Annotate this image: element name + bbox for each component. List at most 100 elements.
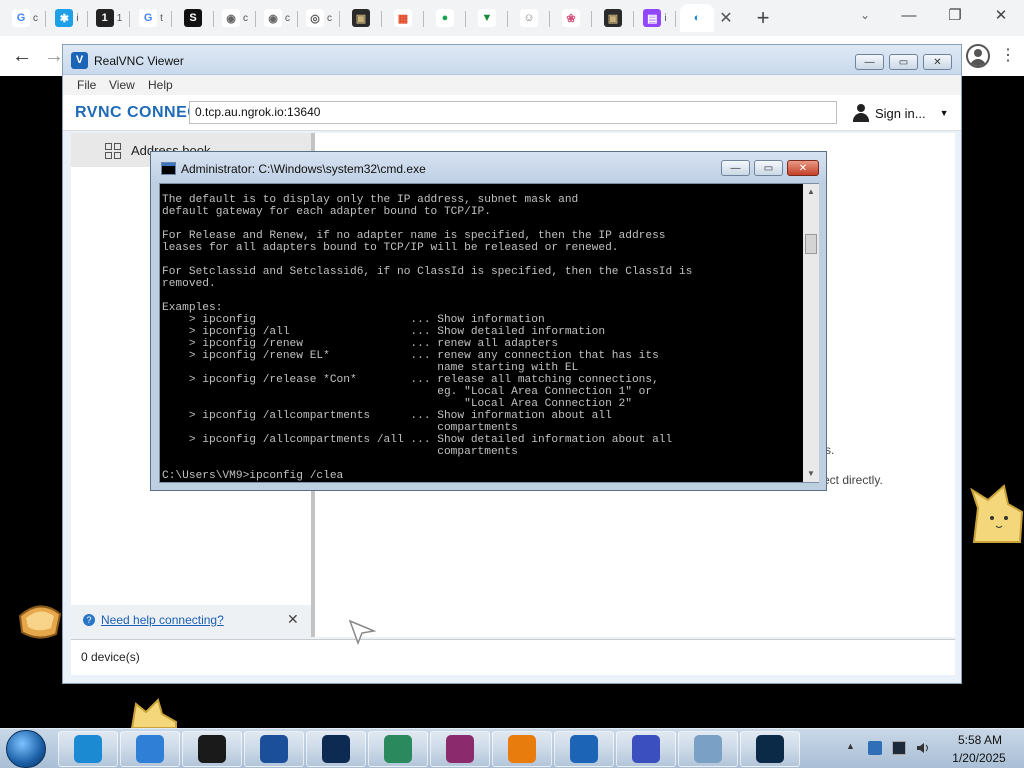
image-thumb-icon: ▣ xyxy=(604,9,622,27)
browser-tab[interactable]: ● xyxy=(428,4,466,32)
browser-tab[interactable]: ◐ xyxy=(680,4,714,32)
scroll-thumb[interactable] xyxy=(805,234,817,254)
browser-tab[interactable]: ▦ xyxy=(386,4,424,32)
taskbar-app-internet-explorer[interactable] xyxy=(120,731,180,767)
tab-title-fragment: c xyxy=(33,12,38,24)
browser-tab[interactable]: ▣ xyxy=(344,4,382,32)
browser-tab[interactable]: Gt xyxy=(134,4,172,32)
edge-icon: ◐ xyxy=(688,9,706,27)
vnc-address-bar: RVNC CONNECT 0.tcp.au.ngrok.io:13640 Sig… xyxy=(63,95,961,131)
help-icon: ? xyxy=(83,614,95,626)
menu-file[interactable]: File xyxy=(77,78,96,92)
vnc-close-button[interactable]: ✕ xyxy=(923,54,952,70)
taskbar-app-recycle[interactable] xyxy=(678,731,738,767)
scroll-down-icon[interactable]: ▼ xyxy=(803,466,819,482)
tab-title-fragment: c xyxy=(285,12,290,24)
green-head-icon: ▼ xyxy=(478,9,496,27)
cmd-maximize-button[interactable]: ▭ xyxy=(754,160,783,176)
cmd-output-line: For Setclassid and Setclassid6, if no Cl… xyxy=(162,266,693,278)
help-bar: ? Need help connecting? ✕ xyxy=(71,605,311,637)
browser-tab[interactable]: ◉ c xyxy=(218,4,256,32)
cmd-output-line: default gateway for each adapter bound t… xyxy=(162,206,491,218)
browser-tab[interactable]: ▤ i xyxy=(638,4,676,32)
cmd-output-line: removed. xyxy=(162,278,216,290)
sign-in-button[interactable]: Sign in... ▼ xyxy=(853,104,949,122)
menu-view[interactable]: View xyxy=(109,78,135,92)
cmd-output-line: > ipconfig /renew EL* ... renew any conn… xyxy=(162,350,659,362)
cmd-output-line: > ipconfig ... Show information xyxy=(162,314,545,326)
tab-search-button[interactable]: ⌄ xyxy=(850,3,880,27)
browser-tab[interactable]: ❀ xyxy=(554,4,592,32)
sign-in-label: Sign in... xyxy=(875,105,926,121)
cmd-output-line: > ipconfig /allcompartments /all ... Sho… xyxy=(162,434,673,446)
need-help-link[interactable]: Need help connecting? xyxy=(101,613,224,627)
cmd-output-line: For Release and Renew, if no adapter nam… xyxy=(162,230,666,242)
browser-tab[interactable]: ▣ xyxy=(596,4,634,32)
face-icon: ☺ xyxy=(520,9,538,27)
clock-time[interactable]: 5:58 AM xyxy=(950,733,1010,747)
browser-tab[interactable]: ☺ xyxy=(512,4,550,32)
volume-icon[interactable] xyxy=(916,741,930,755)
browser-tab[interactable]: ▼ xyxy=(470,4,508,32)
internet-explorer-icon xyxy=(136,735,164,763)
terminal-icon xyxy=(756,735,784,763)
realvnc-icon xyxy=(570,735,598,763)
taskbar-app-realvnc[interactable] xyxy=(554,731,614,767)
close-tab-button[interactable]: ✕ xyxy=(716,8,736,28)
new-tab-button[interactable]: + xyxy=(748,4,778,32)
browser-tab-strip: Gc ✱ i 1 1 Gt S ◉ c ◉ c ◎ c ▣ ▦ ● ▼ ☺ ❀ ▣ ▤ i ◐ ✕ + ⌄ — ❐ ✕ xyxy=(0,0,1024,36)
winrar-icon xyxy=(446,735,474,763)
browser-minimize-button[interactable]: — xyxy=(886,0,932,30)
start-button[interactable] xyxy=(6,730,46,768)
tab-title-fragment: i xyxy=(664,12,667,24)
number-one-icon: 1 xyxy=(95,9,114,27)
taskbar-app-dark-globe[interactable] xyxy=(306,731,366,767)
taskbar-app-network-globe[interactable] xyxy=(368,731,428,767)
vnc-maximize-button[interactable]: ▭ xyxy=(889,54,918,70)
browser-tab[interactable]: ◎ c xyxy=(302,4,340,32)
scroll-up-icon[interactable]: ▲ xyxy=(803,184,819,200)
cmd-console[interactable]: The default is to display only the IP ad… xyxy=(159,183,819,483)
taskbar-app-black-box[interactable] xyxy=(182,731,242,767)
vnc-address-input[interactable]: 0.tcp.au.ngrok.io:13640 xyxy=(189,101,837,124)
cmd-output-line: compartments xyxy=(162,446,518,458)
cmd-scrollbar[interactable]: ▲ ▼ xyxy=(803,184,819,482)
tab-title-fragment: 1 xyxy=(116,12,123,24)
profile-avatar-icon[interactable] xyxy=(966,44,990,68)
vnc-title-bar[interactable]: V RealVNC Viewer — ▭ ✕ xyxy=(63,45,961,75)
cat-sticker-icon xyxy=(970,484,1024,543)
tray-app-icon[interactable] xyxy=(868,741,882,755)
browser-restore-button[interactable]: ❐ xyxy=(932,0,978,30)
browser-tab[interactable]: Gc xyxy=(8,4,46,32)
user-icon xyxy=(853,104,869,122)
browser-tab[interactable]: 11 xyxy=(92,4,130,32)
cmd-output-line: > ipconfig /renew ... renew all adapters xyxy=(162,338,559,350)
network-icon[interactable] xyxy=(892,741,906,755)
cmd-minimize-button[interactable]: — xyxy=(721,160,750,176)
taskbar-app-winrar[interactable] xyxy=(430,731,490,767)
browser-menu-button[interactable]: ⋮ xyxy=(1000,46,1016,66)
menu-help[interactable]: Help xyxy=(148,78,173,92)
taskbar-app-edge-legacy[interactable] xyxy=(58,731,118,767)
show-hidden-icons-button[interactable]: ▲ xyxy=(846,741,860,755)
taskbar-app-blender[interactable] xyxy=(492,731,552,767)
browser-tab[interactable]: ◉ c xyxy=(260,4,298,32)
cmd-title-bar[interactable]: Administrator: C:\Windows\system32\cmd.e… xyxy=(151,152,826,182)
back-button[interactable]: ← xyxy=(8,42,36,70)
cmd-output-line: eg. "Local Area Connection 1" or xyxy=(162,386,653,398)
browser-tab[interactable]: ✱ i xyxy=(50,4,88,32)
browser-tab[interactable]: S xyxy=(176,4,214,32)
browser-close-button[interactable]: ✕ xyxy=(978,0,1024,30)
vnc-minimize-button[interactable]: — xyxy=(855,54,884,70)
device-count: 0 device(s) xyxy=(81,650,140,664)
cmd-close-button[interactable]: ✕ xyxy=(787,160,819,176)
cmd-output-line: > ipconfig /release *Con* ... release al… xyxy=(162,374,659,386)
taskbar-app-terminal[interactable] xyxy=(740,731,800,767)
cat-sticker-icon xyxy=(130,698,177,728)
taskbar-app-media-player[interactable] xyxy=(244,731,304,767)
taskbar-app-bird[interactable] xyxy=(616,731,676,767)
close-help-button[interactable]: ✕ xyxy=(287,611,299,628)
vnc-menu-bar: File View Help xyxy=(63,75,961,95)
clock-date[interactable]: 1/20/2025 xyxy=(944,751,1014,765)
chrome-icon: ◎ xyxy=(306,9,324,27)
